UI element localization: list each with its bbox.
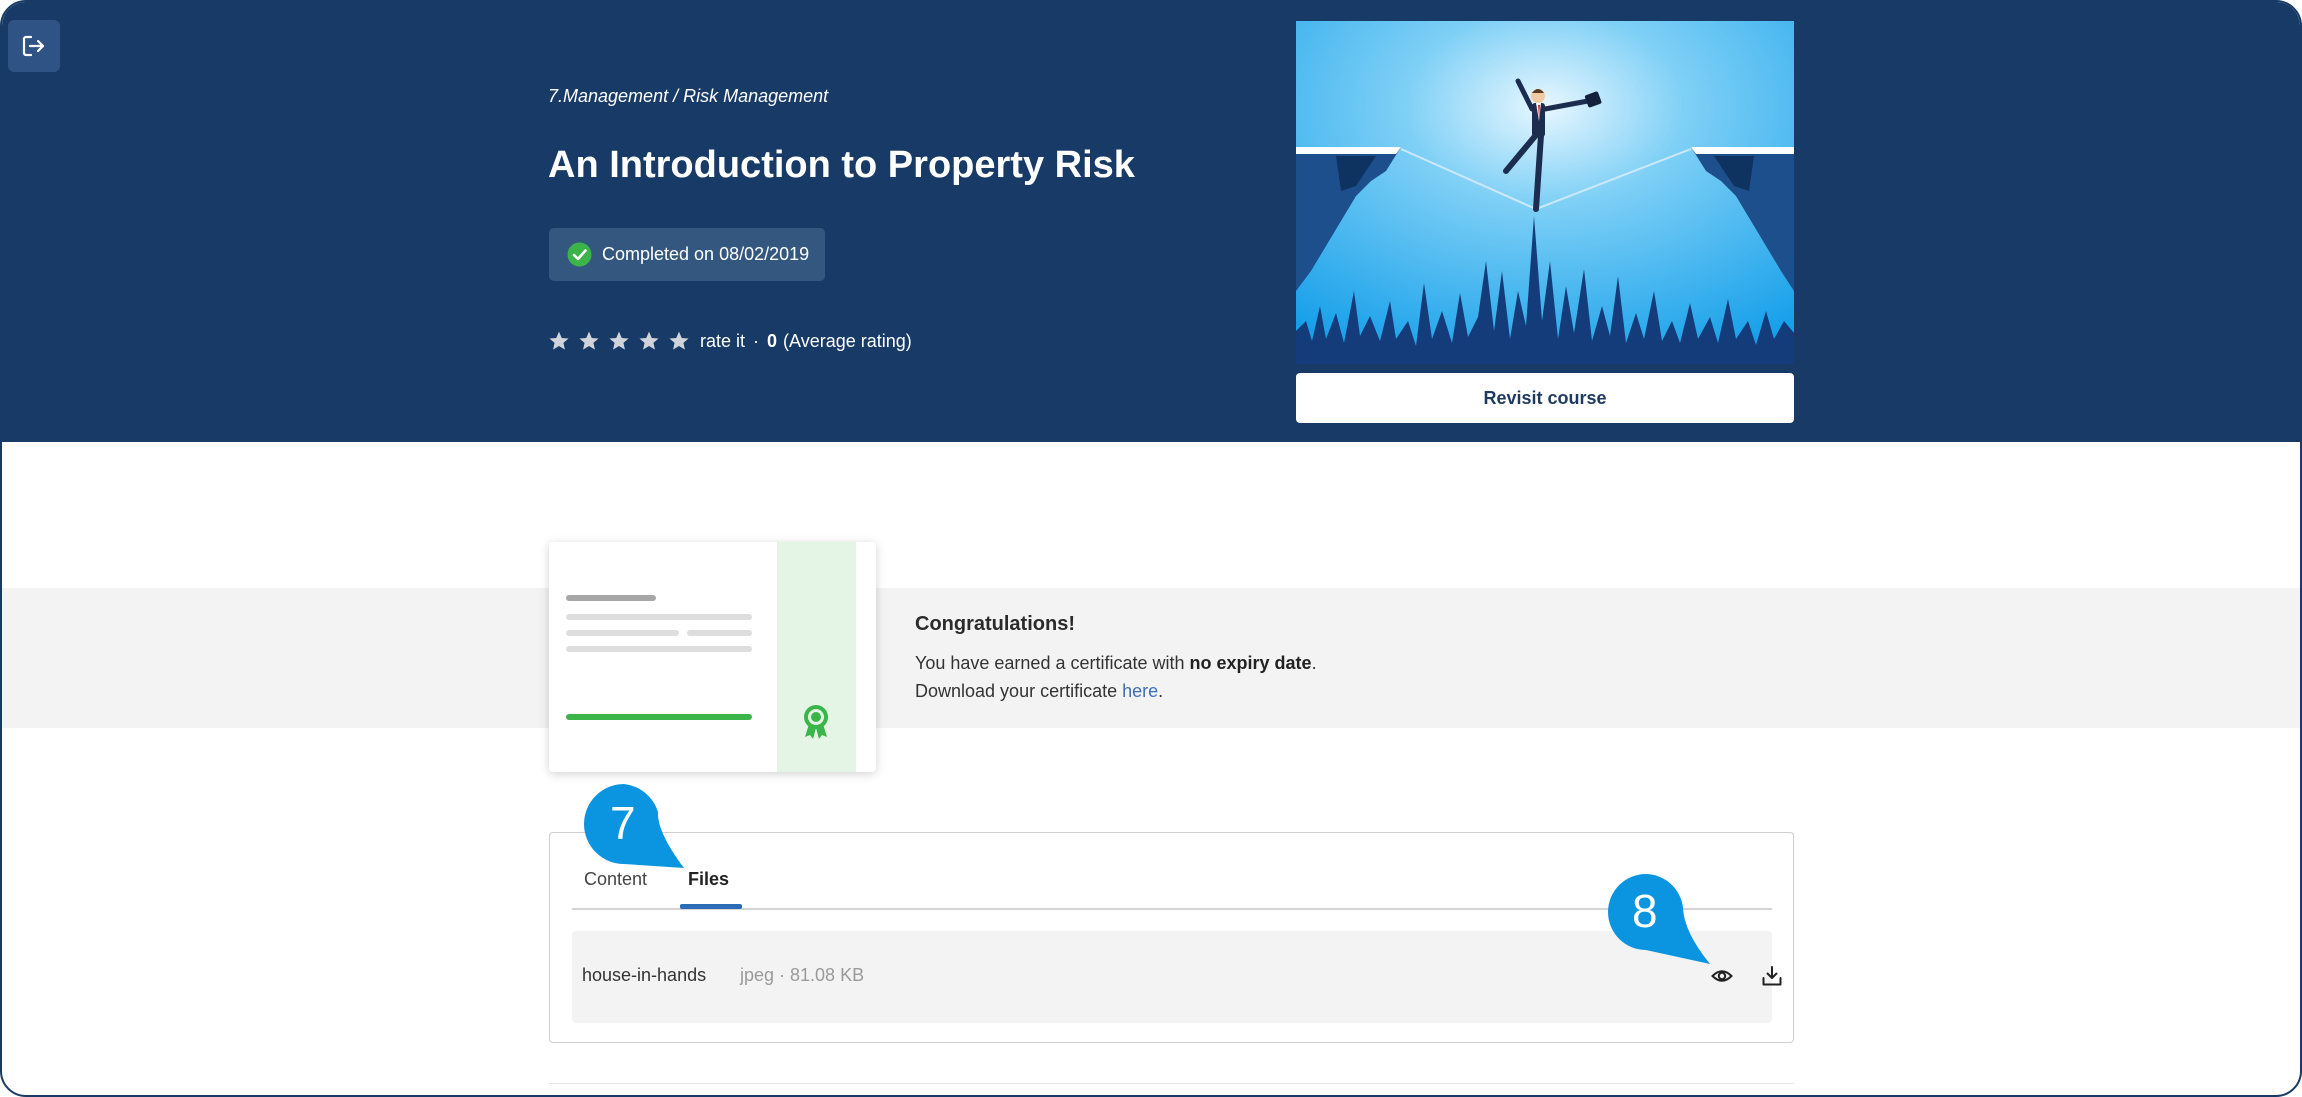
star-icon[interactable] [668,330,690,352]
certificate-line [566,595,656,601]
active-tab-indicator [680,904,742,909]
certificate-expiry-suffix: . [1311,653,1317,673]
rating: rate it · 0 (Average rating) [548,327,912,355]
star-icon[interactable] [578,330,600,352]
breadcrumb: 7.Management / Risk Management [548,86,829,106]
star-icon[interactable] [548,330,570,352]
certificate-download-text: Download your certificate here. [915,681,1163,702]
average-rating-value: 0 [767,330,778,351]
congratulations-title: Congratulations! [915,613,1075,635]
completed-text: Completed on 08/02/2019 [602,244,810,264]
callout-7: 7 [582,782,692,872]
average-rating-label: (Average rating) [783,330,912,351]
app-frame: 7.Management / Risk Management An Introd… [0,0,2302,1097]
callout-8: 8 [1606,872,1716,967]
callout-number: 7 [610,797,636,849]
certificate-line [566,630,679,636]
certificate-download-suffix: . [1158,681,1164,701]
download-icon [1762,966,1782,986]
certificate-line [687,630,752,636]
certificate-download-link[interactable]: here [1122,681,1158,701]
divider [549,1083,1794,1084]
tab-bar: Content Files [572,833,1772,910]
check-circle-icon [567,242,592,267]
certificate-expiry-prefix: You have earned a certificate with [915,653,1190,673]
course-hero: 7.Management / Risk Management An Introd… [2,2,2300,442]
status-badge: Completed on 08/02/2019 [549,228,826,281]
certificate-expiry-text: You have earned a certificate with no ex… [915,653,1317,674]
certificate-line [566,646,752,652]
file-meta: jpeg · 81.08 KB [740,965,865,985]
download-file-button[interactable] [1757,961,1787,991]
star-icon[interactable] [608,330,630,352]
star-icon[interactable] [638,330,660,352]
exit-button[interactable] [8,20,60,72]
file-name: house-in-hands [582,965,707,985]
eye-icon [1711,970,1733,982]
course-image [1296,21,1794,364]
rate-it-link[interactable]: rate it [700,331,745,352]
certificate-progress-bar [566,714,752,720]
callout-bubble [584,784,684,868]
rating-separator: · [753,330,760,351]
certificate-line [566,614,752,620]
file-row: house-in-hands jpeg · 81.08 KB [572,931,1782,1023]
tab-files[interactable]: Files [688,869,729,890]
callout-bubble [1608,874,1710,964]
exit-icon [22,35,45,57]
tab-content[interactable]: Content [584,869,647,890]
page-title: An Introduction to Property Risk [548,144,1135,186]
certificate-expiry-value: no expiry date [1189,653,1312,673]
revisit-course-button[interactable]: Revisit course [1296,373,1794,423]
certificate-thumbnail[interactable] [549,542,876,772]
award-ribbon-icon [804,705,828,739]
certificate-download-prefix: Download your certificate [915,681,1123,701]
callout-number: 8 [1632,885,1658,937]
